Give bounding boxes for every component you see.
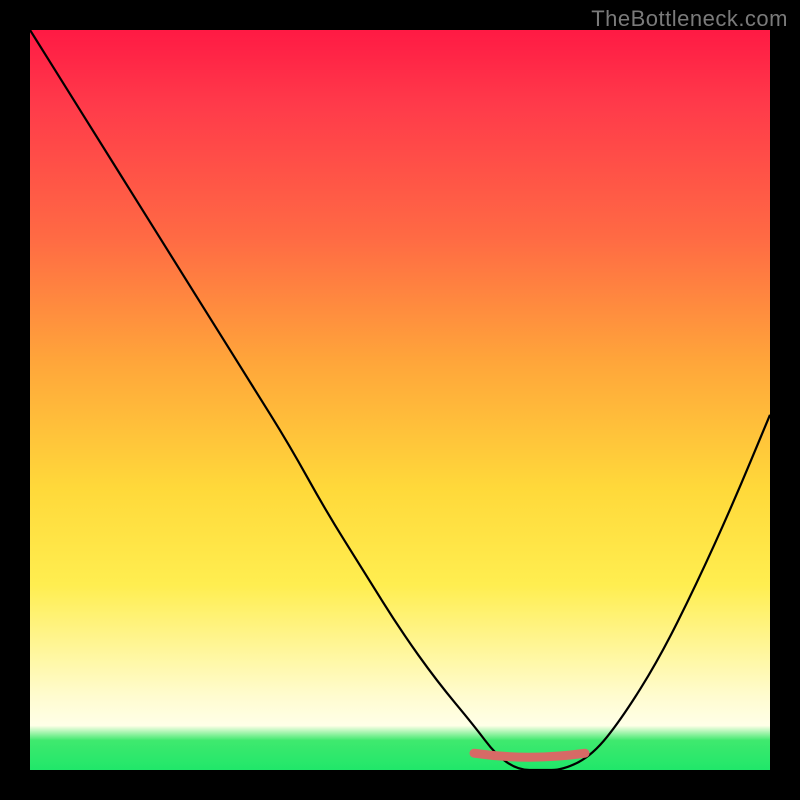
bottleneck-curve <box>30 30 770 770</box>
trough-highlight <box>474 753 585 757</box>
plot-area <box>30 30 770 770</box>
watermark-text: TheBottleneck.com <box>591 6 788 32</box>
curve-path <box>30 30 770 770</box>
chart-frame: TheBottleneck.com <box>0 0 800 800</box>
